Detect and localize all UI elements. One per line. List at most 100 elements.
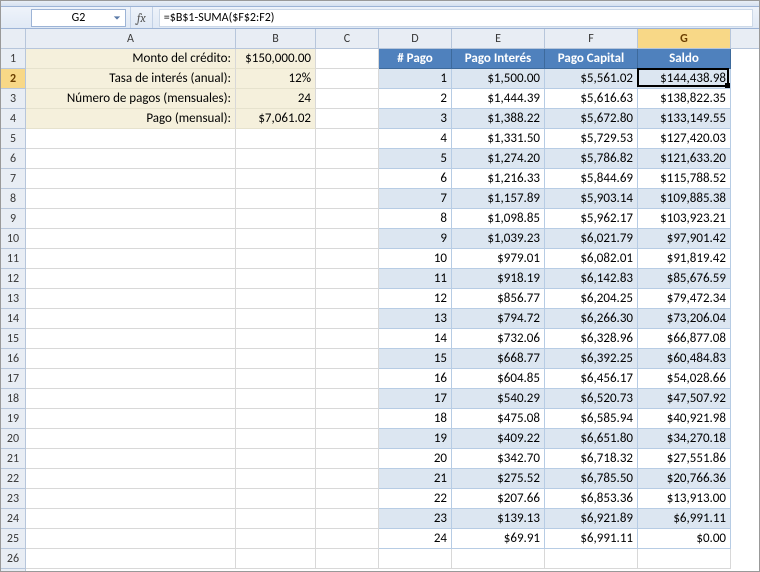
cell[interactable] (26, 209, 236, 229)
cell[interactable] (26, 289, 236, 309)
cell[interactable] (26, 189, 236, 209)
pago-num[interactable]: 4 (379, 129, 452, 149)
pago-interes[interactable]: $342.70 (452, 449, 545, 469)
cell[interactable] (236, 209, 316, 229)
pago-capital[interactable]: $5,672.80 (545, 109, 638, 129)
cells-area[interactable]: Monto del crédito:$150,000.00# PagoPago … (26, 49, 759, 571)
cell[interactable] (236, 129, 316, 149)
pago-interes[interactable]: $856.77 (452, 289, 545, 309)
cell[interactable] (316, 229, 379, 249)
col-header-G[interactable]: G (638, 29, 731, 48)
cell[interactable] (545, 549, 638, 569)
row-header-2[interactable]: 2 (1, 69, 25, 89)
cell[interactable] (26, 529, 236, 549)
saldo[interactable]: $109,885.38 (638, 189, 731, 209)
row-header-22[interactable]: 22 (1, 469, 25, 489)
formula-input[interactable]: =$B$1-SUMA($F$2:F2) (159, 9, 753, 27)
saldo[interactable]: $27,551.86 (638, 449, 731, 469)
cell[interactable] (236, 389, 316, 409)
pago-num[interactable]: 23 (379, 509, 452, 529)
pago-capital[interactable]: $6,718.32 (545, 449, 638, 469)
row-header-20[interactable]: 20 (1, 429, 25, 449)
saldo[interactable]: $121,633.20 (638, 149, 731, 169)
cell[interactable] (316, 109, 379, 129)
pago-capital[interactable]: $6,266.30 (545, 309, 638, 329)
saldo[interactable]: $40,921.98 (638, 409, 731, 429)
cell[interactable] (26, 409, 236, 429)
loan-value[interactable]: 24 (236, 89, 316, 109)
row-header-6[interactable]: 6 (1, 149, 25, 169)
pago-capital[interactable]: $6,392.25 (545, 349, 638, 369)
loan-value[interactable]: $150,000.00 (236, 49, 316, 69)
pago-num[interactable]: 18 (379, 409, 452, 429)
saldo[interactable]: $91,819.42 (638, 249, 731, 269)
cell[interactable] (316, 209, 379, 229)
pago-capital[interactable]: $6,520.73 (545, 389, 638, 409)
pago-interes[interactable]: $1,444.39 (452, 89, 545, 109)
cell[interactable] (316, 349, 379, 369)
cell[interactable] (236, 429, 316, 449)
cell[interactable] (316, 89, 379, 109)
pago-interes[interactable]: $207.66 (452, 489, 545, 509)
pago-capital[interactable]: $6,921.89 (545, 509, 638, 529)
saldo[interactable]: $54,028.66 (638, 369, 731, 389)
col-header-E[interactable]: E (452, 29, 545, 48)
pago-capital[interactable]: $5,962.17 (545, 209, 638, 229)
cell[interactable] (26, 469, 236, 489)
pago-num[interactable]: 9 (379, 229, 452, 249)
row-header-18[interactable]: 18 (1, 389, 25, 409)
pago-num[interactable]: 24 (379, 529, 452, 549)
cell[interactable] (26, 329, 236, 349)
select-all-corner[interactable] (1, 29, 26, 49)
fx-icon[interactable]: fx (137, 11, 146, 25)
saldo[interactable]: $20,766.36 (638, 469, 731, 489)
pago-num[interactable]: 11 (379, 269, 452, 289)
saldo[interactable]: $138,822.35 (638, 89, 731, 109)
loan-value[interactable]: 12% (236, 69, 316, 89)
cell[interactable] (236, 169, 316, 189)
cell[interactable] (236, 269, 316, 289)
pago-num[interactable]: 21 (379, 469, 452, 489)
pago-num[interactable]: 5 (379, 149, 452, 169)
pago-num[interactable]: 3 (379, 109, 452, 129)
pago-num[interactable]: 6 (379, 169, 452, 189)
pago-num[interactable]: 15 (379, 349, 452, 369)
saldo[interactable]: $60,484.83 (638, 349, 731, 369)
saldo[interactable]: $85,676.59 (638, 269, 731, 289)
row-header-17[interactable]: 17 (1, 369, 25, 389)
pago-capital[interactable]: $6,651.80 (545, 429, 638, 449)
name-box[interactable]: G2 (31, 9, 126, 27)
pago-interes[interactable]: $604.85 (452, 369, 545, 389)
saldo[interactable]: $127,420.03 (638, 129, 731, 149)
row-header-26[interactable]: 26 (1, 549, 25, 569)
pago-interes[interactable]: $139.13 (452, 509, 545, 529)
cell[interactable] (316, 149, 379, 169)
cell[interactable] (316, 389, 379, 409)
cell[interactable] (316, 489, 379, 509)
cell[interactable] (236, 369, 316, 389)
cell[interactable] (316, 49, 379, 69)
cell[interactable] (236, 549, 316, 569)
cell[interactable] (236, 349, 316, 369)
cell[interactable] (236, 289, 316, 309)
pago-capital[interactable]: $6,456.17 (545, 369, 638, 389)
pago-capital[interactable]: $6,853.36 (545, 489, 638, 509)
row-header-12[interactable]: 12 (1, 269, 25, 289)
pago-capital[interactable]: $5,844.69 (545, 169, 638, 189)
cell[interactable] (236, 449, 316, 469)
row-header-25[interactable]: 25 (1, 529, 25, 549)
cell[interactable] (26, 509, 236, 529)
table-header[interactable]: Pago Interés (452, 49, 545, 69)
cell[interactable] (26, 389, 236, 409)
loan-label[interactable]: Número de pagos (mensuales): (26, 89, 236, 109)
pago-num[interactable]: 12 (379, 289, 452, 309)
cell[interactable] (316, 529, 379, 549)
cell[interactable] (316, 129, 379, 149)
table-header[interactable]: Saldo (638, 49, 731, 69)
pago-capital[interactable]: $6,082.01 (545, 249, 638, 269)
pago-interes[interactable]: $1,039.23 (452, 229, 545, 249)
cell[interactable] (26, 309, 236, 329)
row-header-1[interactable]: 1 (1, 49, 25, 69)
row-header-19[interactable]: 19 (1, 409, 25, 429)
saldo[interactable]: $66,877.08 (638, 329, 731, 349)
